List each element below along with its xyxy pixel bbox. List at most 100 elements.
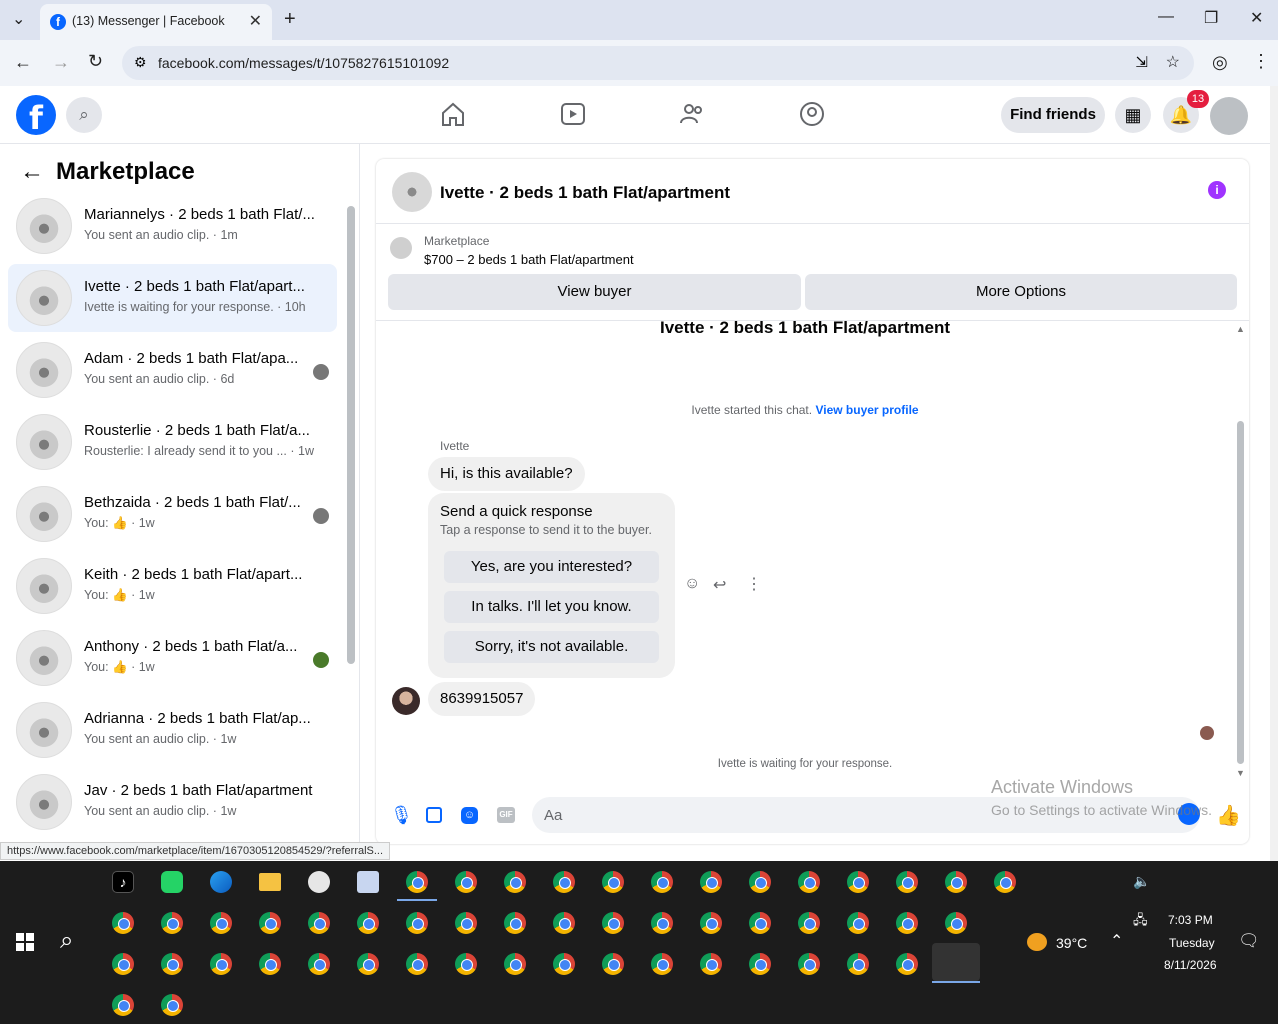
back-icon[interactable]: ←: [14, 52, 32, 73]
chrome-window-icon[interactable]: [994, 871, 1016, 893]
chrome-window-icon[interactable]: [406, 871, 428, 893]
snipping-tool-icon[interactable]: [308, 871, 330, 893]
chrome-window-icon[interactable]: [308, 953, 330, 975]
volume-icon[interactable]: 🔈: [1133, 873, 1150, 890]
chrome-window-icon[interactable]: [504, 871, 526, 893]
message-bubble[interactable]: Hi, is this available?: [428, 457, 585, 491]
chrome-window-icon[interactable]: [161, 912, 183, 934]
file-explorer-icon[interactable]: [259, 873, 281, 891]
chrome-window-icon[interactable]: [210, 912, 232, 934]
conversation-item[interactable]: Adam · 2 beds 1 bath Flat/apa... You sent…: [8, 336, 337, 404]
sticker-icon[interactable]: ☺: [461, 807, 478, 824]
site-info-icon[interactable]: ⚙: [134, 54, 147, 71]
close-window-icon[interactable]: ✕: [1250, 8, 1263, 28]
chrome-window-icon[interactable]: [259, 912, 281, 934]
microphone-icon[interactable]: 🎙: [390, 805, 413, 826]
groups-icon[interactable]: [798, 100, 826, 128]
minimize-icon[interactable]: —: [1158, 8, 1174, 26]
chrome-window-icon[interactable]: [553, 912, 575, 934]
chrome-window-icon[interactable]: [210, 953, 232, 975]
restore-icon[interactable]: ❐: [1204, 8, 1218, 28]
conversation-item[interactable]: Keith · 2 beds 1 bath Flat/apart... You: …: [8, 552, 337, 620]
chrome-window-icon[interactable]: [798, 953, 820, 975]
sidebar-scrollbar[interactable]: [347, 206, 355, 664]
chrome-window-icon[interactable]: [896, 871, 918, 893]
account-avatar[interactable]: [1210, 97, 1248, 135]
chrome-window-icon[interactable]: [602, 953, 624, 975]
chrome-window-icon[interactable]: [847, 871, 869, 893]
clock-date[interactable]: 8/11/2026: [1164, 958, 1217, 972]
chrome-window-icon[interactable]: [749, 953, 771, 975]
chat-scrollbar[interactable]: ▲ ▼: [1236, 324, 1246, 779]
search-icon[interactable]: ⌕: [66, 97, 102, 133]
windows-start-icon[interactable]: [16, 933, 34, 951]
browser-menu-icon[interactable]: ⋮: [1252, 51, 1270, 72]
chrome-window-icon[interactable]: [553, 871, 575, 893]
clock-day[interactable]: Tuesday: [1169, 936, 1215, 950]
view-buyer-button[interactable]: View buyer: [388, 274, 801, 310]
react-emoji-icon[interactable]: ☺: [684, 575, 700, 593]
like-icon[interactable]: 👍: [1216, 803, 1241, 828]
network-icon[interactable]: 🖧: [1133, 911, 1148, 933]
chrome-window-icon[interactable]: [406, 953, 428, 975]
reload-icon[interactable]: ↻: [88, 51, 103, 72]
app-icon[interactable]: [357, 871, 379, 893]
chrome-window-icon[interactable]: [896, 953, 918, 975]
facebook-logo-icon[interactable]: f: [16, 95, 56, 137]
more-actions-icon[interactable]: ⋮: [746, 574, 762, 594]
photo-icon[interactable]: [426, 807, 442, 823]
message-bubble[interactable]: 8639915057: [428, 682, 536, 716]
video-icon[interactable]: [559, 100, 587, 128]
conversation-item[interactable]: Rousterlie · 2 beds 1 bath Flat/a... Rous…: [8, 408, 337, 476]
chrome-window-icon[interactable]: [161, 953, 183, 975]
back-arrow-icon[interactable]: ←: [20, 158, 44, 186]
chrome-window-icon[interactable]: [455, 953, 477, 975]
chrome-window-icon[interactable]: [798, 912, 820, 934]
tiktok-icon[interactable]: ♪: [112, 871, 134, 893]
chrome-window-icon[interactable]: [651, 871, 673, 893]
page-scrollbar[interactable]: [1270, 86, 1278, 861]
chrome-window-icon[interactable]: [749, 912, 771, 934]
chrome-window-icon[interactable]: [651, 912, 673, 934]
quick-response-option[interactable]: Sorry, it's not available.: [444, 631, 659, 663]
chrome-window-icon[interactable]: [406, 912, 428, 934]
chrome-window-icon[interactable]: [553, 953, 575, 975]
quick-response-option[interactable]: Yes, are you interested?: [444, 551, 659, 583]
chrome-window-icon[interactable]: [651, 953, 673, 975]
conversation-item[interactable]: Bethzaida · 2 beds 1 bath Flat/... You: 👍…: [8, 480, 337, 548]
weather-icon[interactable]: [1027, 933, 1047, 951]
info-icon[interactable]: i: [1208, 181, 1226, 199]
chrome-window-icon[interactable]: [112, 912, 134, 934]
chrome-window-icon[interactable]: [112, 994, 134, 1016]
chrome-window-icon[interactable]: [357, 953, 379, 975]
chat-avatar[interactable]: [392, 172, 432, 212]
conversation-item-selected[interactable]: Ivette · 2 beds 1 bath Flat/apart... Ivet…: [8, 264, 337, 332]
install-app-icon[interactable]: ⇲: [1135, 53, 1148, 71]
chrome-window-icon[interactable]: [112, 953, 134, 975]
bookmark-star-icon[interactable]: ☆: [1166, 52, 1180, 72]
gif-icon[interactable]: GIF: [497, 807, 515, 823]
conversation-item[interactable]: Jav · 2 beds 1 bath Flat/apartment You se…: [8, 768, 337, 836]
close-tab-icon[interactable]: ✕: [249, 11, 262, 31]
chrome-window-icon[interactable]: [700, 871, 722, 893]
conversation-item[interactable]: Mariannelys · 2 beds 1 bath Flat/... You …: [8, 192, 337, 260]
chrome-window-icon[interactable]: [259, 953, 281, 975]
sender-avatar[interactable]: [392, 687, 420, 715]
friends-icon[interactable]: [678, 100, 706, 128]
weather-temp[interactable]: 39°C: [1056, 935, 1087, 951]
quick-response-option[interactable]: In talks. I'll let you know.: [444, 591, 659, 623]
conversation-item[interactable]: Anthony · 2 beds 1 bath Flat/a... You: 👍 …: [8, 624, 337, 692]
profile-icon[interactable]: ◎: [1212, 52, 1228, 73]
view-buyer-profile-link[interactable]: View buyer profile: [815, 403, 918, 417]
browser-tab[interactable]: f (13) Messenger | Facebook ✕: [40, 4, 272, 40]
edge-icon[interactable]: [210, 871, 232, 893]
chrome-window-icon[interactable]: [504, 912, 526, 934]
new-tab-icon[interactable]: +: [284, 8, 296, 31]
chrome-window-icon[interactable]: [896, 912, 918, 934]
scroll-up-icon[interactable]: ▲: [1236, 324, 1245, 334]
notification-center-icon[interactable]: 🗨: [1238, 931, 1260, 951]
chrome-window-icon[interactable]: [161, 994, 183, 1016]
find-friends-button[interactable]: Find friends: [1001, 97, 1105, 133]
forward-icon[interactable]: →: [52, 52, 70, 73]
chrome-window-icon[interactable]: [357, 912, 379, 934]
